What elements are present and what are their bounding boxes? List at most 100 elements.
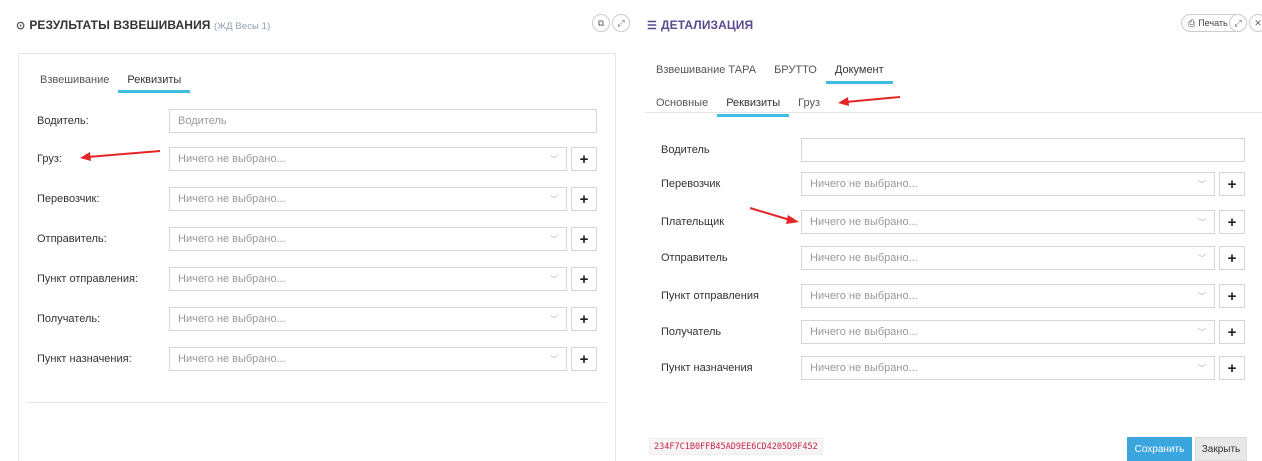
field-label: Отправитель (661, 252, 728, 264)
form-row-driver: Водитель: Водитель (19, 109, 617, 133)
field-label: Пункт назначения: (37, 353, 132, 365)
carrier-select[interactable]: Ничего не выбрано... ﹀ (169, 187, 567, 211)
chevron-down-icon: ﹀ (1198, 327, 1206, 337)
payer-select[interactable]: Ничего не выбрано... ﹀ (801, 210, 1215, 234)
print-label: Печать (1198, 18, 1228, 28)
form-row-recipient: Получатель Ничего не выбрано... ﹀ + (645, 320, 1262, 344)
form-row-payer: Плательщик Ничего не выбрано... ﹀ + (645, 210, 1262, 234)
close-icon[interactable]: ✕ (1249, 14, 1262, 32)
tab-details[interactable]: Реквизиты (118, 66, 191, 93)
select-value: Ничего не выбрано... (178, 313, 286, 325)
weighing-results-panel: ⊙ РЕЗУЛЬТАТЫ ВЗВЕШИВАНИЯ (ЖД Весы 1) ⧉ ⤢ … (0, 0, 635, 461)
field-label: Получатель (661, 326, 722, 338)
details-panel: ☰ДЕТАЛИЗАЦИЯ ⎙Печать▾ ⤢ ✕ Взвешивание ТА… (645, 0, 1262, 461)
carrier-select[interactable]: Ничего не выбрано... ﹀ (801, 172, 1215, 196)
cargo-select[interactable]: Ничего не выбрано... ﹀ (169, 147, 567, 171)
recipient-select[interactable]: Ничего не выбрано... ﹀ (169, 307, 567, 331)
select-value: Ничего не выбрано... (810, 326, 918, 338)
external-link-icon[interactable]: ⧉ (592, 14, 610, 32)
panel-title: ⊙ РЕЗУЛЬТАТЫ ВЗВЕШИВАНИЯ (ЖД Весы 1) (16, 18, 270, 32)
chevron-down-icon: ﹀ (1198, 179, 1206, 189)
add-sender-button[interactable]: + (1219, 246, 1245, 270)
add-recipient-button[interactable]: + (1219, 320, 1245, 344)
select-value: Ничего не выбрано... (810, 290, 918, 302)
form-row-destination-point: Пункт назначения Ничего не выбрано... ﹀ + (645, 356, 1262, 380)
tab-bar: Взвешивание Реквизиты (31, 66, 191, 93)
select-value: Ничего не выбрано... (810, 252, 918, 264)
chevron-down-icon: ﹀ (550, 274, 558, 284)
field-label: Отправитель: (37, 233, 107, 245)
document-hash: 234F7C1B0FFB45AD9EE6CD4205D9F452 (649, 438, 823, 455)
form-row-sender: Отправитель: Ничего не выбрано... ﹀ + (19, 227, 617, 251)
close-button[interactable]: Закрыть (1195, 437, 1247, 461)
form-row-carrier: Перевозчик: Ничего не выбрано... ﹀ + (19, 187, 617, 211)
driver-input[interactable]: Водитель (169, 109, 597, 133)
driver-placeholder: Водитель (178, 115, 227, 127)
select-value: Ничего не выбрано... (810, 216, 918, 228)
add-sender-button[interactable]: + (571, 227, 597, 251)
driver-input[interactable] (801, 138, 1245, 162)
chevron-down-icon: ﹀ (1198, 291, 1206, 301)
panel-title-text: РЕЗУЛЬТАТЫ ВЗВЕШИВАНИЯ (29, 18, 211, 32)
field-label: Груз: (37, 153, 62, 165)
add-cargo-button[interactable]: + (571, 147, 597, 171)
select-value: Ничего не выбрано... (178, 153, 286, 165)
tab-bar-top: Взвешивание ТАРА БРУТТО Документ (647, 56, 893, 84)
field-label: Пункт отправления: (37, 273, 138, 285)
field-label: Перевозчик (661, 178, 721, 190)
tab-gross[interactable]: БРУТТО (765, 56, 826, 84)
gauge-icon: ⊙ (16, 20, 26, 32)
tab-weighing[interactable]: Взвешивание (31, 66, 118, 93)
destination-point-select[interactable]: Ничего не выбрано... ﹀ (169, 347, 567, 371)
form-row-destination-point: Пункт назначения: Ничего не выбрано... ﹀ … (19, 347, 617, 371)
chevron-down-icon: ﹀ (1198, 253, 1206, 263)
chevron-down-icon: ﹀ (550, 154, 558, 164)
field-label: Перевозчик: (37, 193, 100, 205)
chevron-down-icon: ﹀ (550, 194, 558, 204)
add-payer-button[interactable]: + (1219, 210, 1245, 234)
departure-point-select[interactable]: Ничего не выбрано... ﹀ (169, 267, 567, 291)
annotation-arrow (749, 207, 799, 224)
annotation-arrow (80, 150, 161, 161)
add-carrier-button[interactable]: + (1219, 172, 1245, 196)
field-label: Пункт отправления (661, 290, 759, 302)
field-label: Пункт назначения (661, 362, 753, 374)
select-value: Ничего не выбрано... (810, 178, 918, 190)
divider (27, 402, 607, 403)
chevron-down-icon: ﹀ (1198, 363, 1206, 373)
sender-select[interactable]: Ничего не выбрано... ﹀ (169, 227, 567, 251)
form-row-driver: Водитель (645, 138, 1262, 162)
panel-title: ☰ ДЕТАЛИЗАЦИЯ (647, 18, 753, 32)
add-departure-point-button[interactable]: + (1219, 284, 1245, 308)
departure-point-select[interactable]: Ничего не выбрано... ﹀ (801, 284, 1215, 308)
annotation-arrow (838, 96, 901, 106)
sender-select[interactable]: Ничего не выбрано... ﹀ (801, 246, 1215, 270)
form-row-departure-point: Пункт отправления: Ничего не выбрано... ﹀… (19, 267, 617, 291)
field-label: Водитель: (37, 115, 89, 127)
save-button[interactable]: Сохранить (1127, 437, 1192, 461)
weighing-card: Взвешивание Реквизиты Водитель: Водитель… (18, 53, 616, 461)
add-recipient-button[interactable]: + (571, 307, 597, 331)
form-row-sender: Отправитель Ничего не выбрано... ﹀ + (645, 246, 1262, 270)
field-label: Водитель (661, 144, 710, 156)
select-value: Ничего не выбрано... (178, 273, 286, 285)
add-carrier-button[interactable]: + (571, 187, 597, 211)
panel-subtitle: (ЖД Весы 1) (213, 21, 271, 32)
chevron-down-icon: ﹀ (550, 314, 558, 324)
tab-document[interactable]: Документ (825, 56, 893, 84)
recipient-select[interactable]: Ничего не выбрано... ﹀ (801, 320, 1215, 344)
form-row-carrier: Перевозчик Ничего не выбрано... ﹀ + (645, 172, 1262, 196)
select-value: Ничего не выбрано... (810, 362, 918, 374)
database-icon: ☰ (647, 20, 657, 32)
form-row-departure-point: Пункт отправления Ничего не выбрано... ﹀ … (645, 284, 1262, 308)
tab-weighing-tare[interactable]: Взвешивание ТАРА (647, 56, 765, 84)
add-destination-point-button[interactable]: + (1219, 356, 1245, 380)
select-value: Ничего не выбрано... (178, 353, 286, 365)
add-destination-point-button[interactable]: + (571, 347, 597, 371)
expand-icon[interactable]: ⤢ (612, 14, 630, 32)
expand-icon[interactable]: ⤢ (1229, 14, 1247, 32)
add-departure-point-button[interactable]: + (571, 267, 597, 291)
chevron-down-icon: ﹀ (1198, 217, 1206, 227)
select-value: Ничего не выбрано... (178, 193, 286, 205)
destination-point-select[interactable]: Ничего не выбрано... ﹀ (801, 356, 1215, 380)
